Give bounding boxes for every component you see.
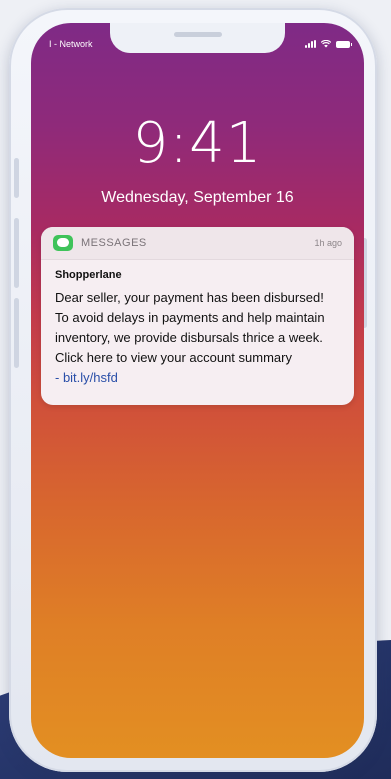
notification-header: MESSAGES 1h ago	[41, 227, 354, 260]
volume-down-button	[14, 298, 19, 368]
notch	[110, 23, 285, 53]
summary-link[interactable]: - bit.ly/hsfd	[55, 368, 340, 388]
sender-name: Shopperlane	[55, 269, 122, 281]
wifi-icon	[321, 40, 331, 48]
message-line: To avoid delays in payments and help mai…	[55, 310, 325, 325]
mute-switch	[14, 158, 19, 198]
app-name: MESSAGES	[81, 237, 147, 249]
notification-body: Shopperlane Dear seller, your payment ha…	[41, 260, 354, 397]
carrier-label: I - Network	[49, 39, 93, 49]
messages-icon	[53, 235, 73, 251]
notification-time: 1h ago	[314, 238, 342, 248]
message-line: Click here to view your account summary	[55, 350, 292, 365]
lock-screen: I - Network 9:41 Wednesday, September 16…	[31, 23, 364, 758]
message-notification[interactable]: MESSAGES 1h ago Shopperlane Dear seller,…	[41, 227, 354, 405]
clock-time: 9:41	[132, 111, 263, 176]
signal-icon	[305, 40, 316, 48]
volume-up-button	[14, 218, 19, 288]
message-line: inventory, we provide disbursals thrice …	[55, 330, 323, 345]
clock-date: Wednesday, September 16	[101, 189, 294, 206]
message-line: Dear seller, your payment has been disbu…	[55, 290, 324, 305]
battery-icon	[336, 41, 352, 48]
speaker	[174, 32, 222, 37]
status-icons	[305, 38, 352, 48]
